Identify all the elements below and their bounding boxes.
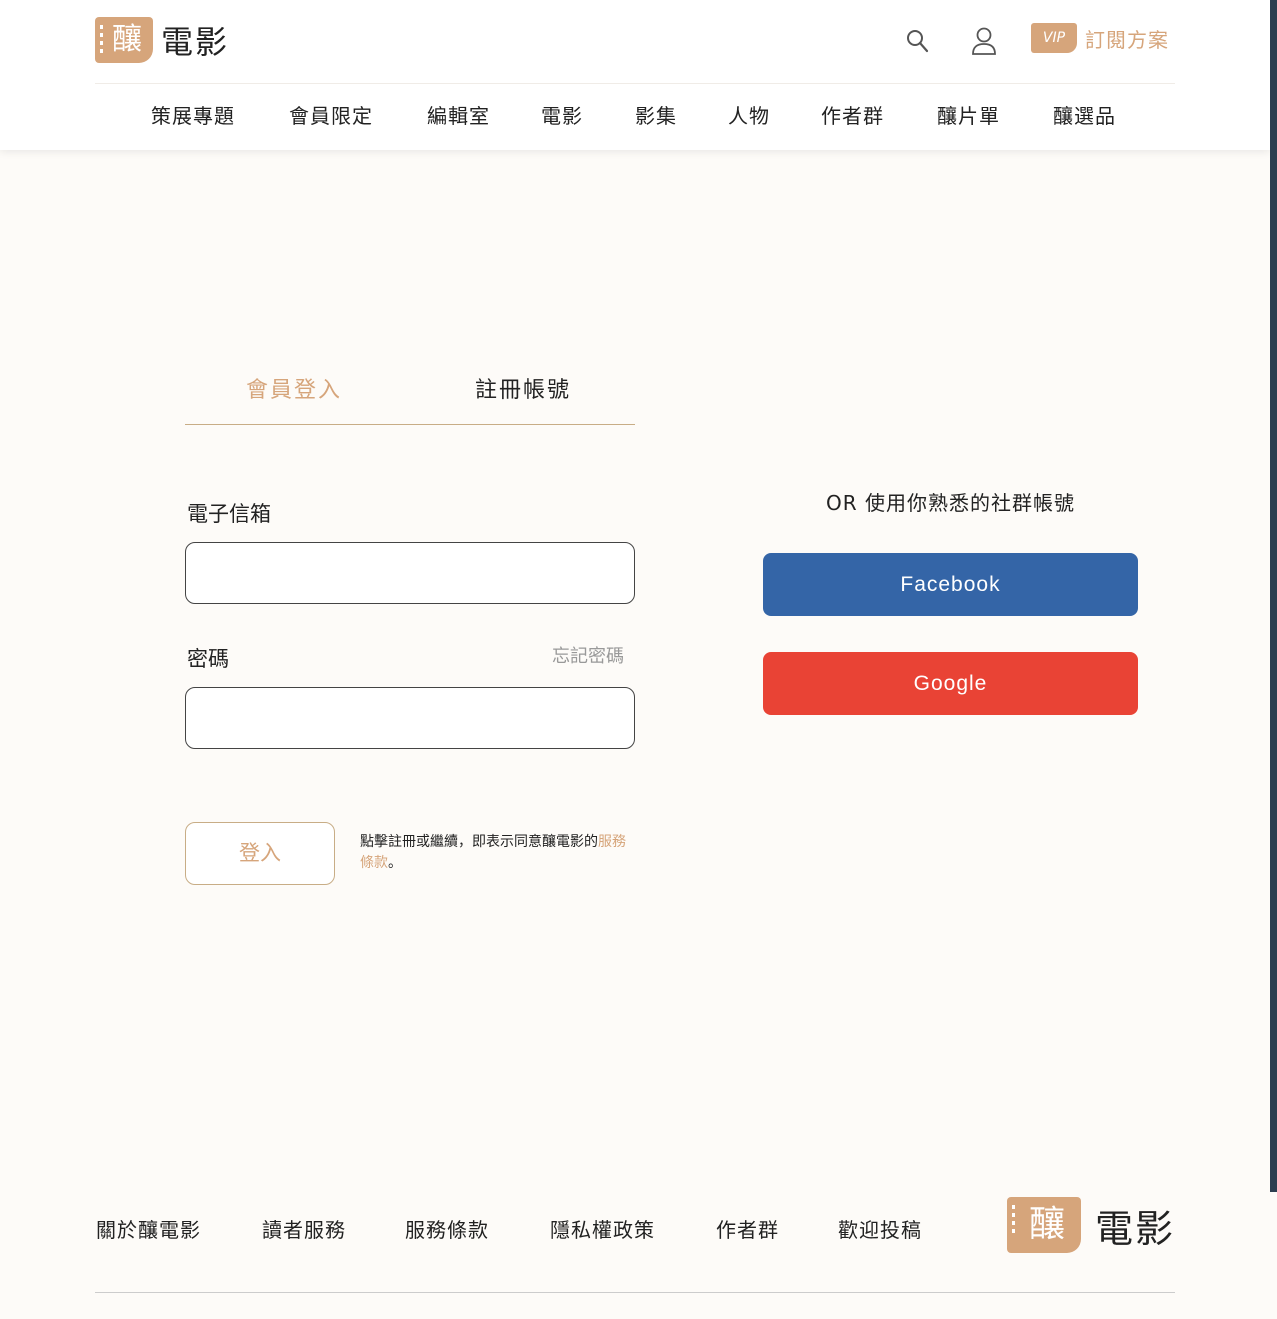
social-login-title: OR 使用你熟悉的社群帳號 [826, 491, 1075, 515]
footer-logo-text: 電影 [1095, 1206, 1176, 1251]
footer-link-reader-service[interactable]: 讀者服務 [262, 1214, 346, 1243]
logo-text: 電影 [161, 23, 230, 61]
account-button[interactable] [964, 24, 1004, 58]
nav-item-series[interactable]: 影集 [635, 100, 677, 129]
user-icon [972, 27, 996, 55]
auth-tabs: 會員登入 註冊帳號 [185, 368, 635, 425]
nav-item-curation[interactable]: 策展專題 [151, 100, 235, 129]
nav-item-shop[interactable]: 釀選品 [1053, 100, 1116, 129]
nav-item-authors[interactable]: 作者群 [821, 100, 884, 129]
email-label: 電子信箱 [187, 502, 271, 526]
terms-notice: 點擊註冊或繼續，即表示同意釀電影的服務條款。 [360, 832, 635, 874]
nav-item-members-only[interactable]: 會員限定 [289, 100, 373, 129]
footer-link-submissions[interactable]: 歡迎投稿 [838, 1214, 922, 1243]
nav-item-film-list[interactable]: 釀片單 [937, 100, 1000, 129]
logo-mark: 釀 [95, 17, 153, 63]
password-field[interactable] [185, 687, 635, 749]
search-icon [907, 30, 929, 53]
scrollbar[interactable] [1270, 0, 1277, 1192]
footer-link-privacy[interactable]: 隱私權政策 [550, 1214, 655, 1243]
nav-divider [95, 83, 1175, 84]
password-label: 密碼 [187, 647, 229, 671]
tab-register[interactable]: 註冊帳號 [475, 372, 571, 404]
google-login-button[interactable]: Google [763, 652, 1138, 715]
nav-item-movies[interactable]: 電影 [541, 100, 583, 129]
vip-label: 訂閱方案 [1085, 27, 1169, 52]
footer-link-authors[interactable]: 作者群 [716, 1214, 779, 1243]
vip-subscribe-link[interactable]: VIP 訂閱方案 [1031, 23, 1169, 53]
footer-logo-mark: 釀 [1007, 1197, 1081, 1253]
facebook-login-button[interactable]: Facebook [763, 553, 1138, 616]
login-button[interactable]: 登入 [185, 822, 335, 885]
footer-logo[interactable]: 釀 電影 [1007, 1197, 1175, 1253]
vip-badge: VIP [1031, 23, 1077, 53]
footer-link-terms[interactable]: 服務條款 [405, 1214, 489, 1243]
site-header: 釀 電影 VIP 訂閱方案 策展專題 會員限定 編輯室 電影 影集 人物 作者群… [0, 0, 1270, 150]
email-field[interactable] [185, 542, 635, 604]
footer-divider [95, 1292, 1175, 1293]
search-button[interactable] [898, 24, 938, 58]
footer-link-about[interactable]: 關於釀電影 [96, 1214, 201, 1243]
nav-item-people[interactable]: 人物 [728, 100, 770, 129]
forgot-password-link[interactable]: 忘記密碼 [552, 642, 624, 668]
terms-text: 點擊註冊或繼續，即表示同意釀電影的 [360, 834, 598, 850]
nav-item-editorial[interactable]: 編輯室 [427, 100, 490, 129]
site-logo[interactable]: 釀 電影 [95, 17, 229, 63]
tab-login[interactable]: 會員登入 [246, 372, 342, 404]
terms-suffix: 。 [388, 855, 402, 871]
